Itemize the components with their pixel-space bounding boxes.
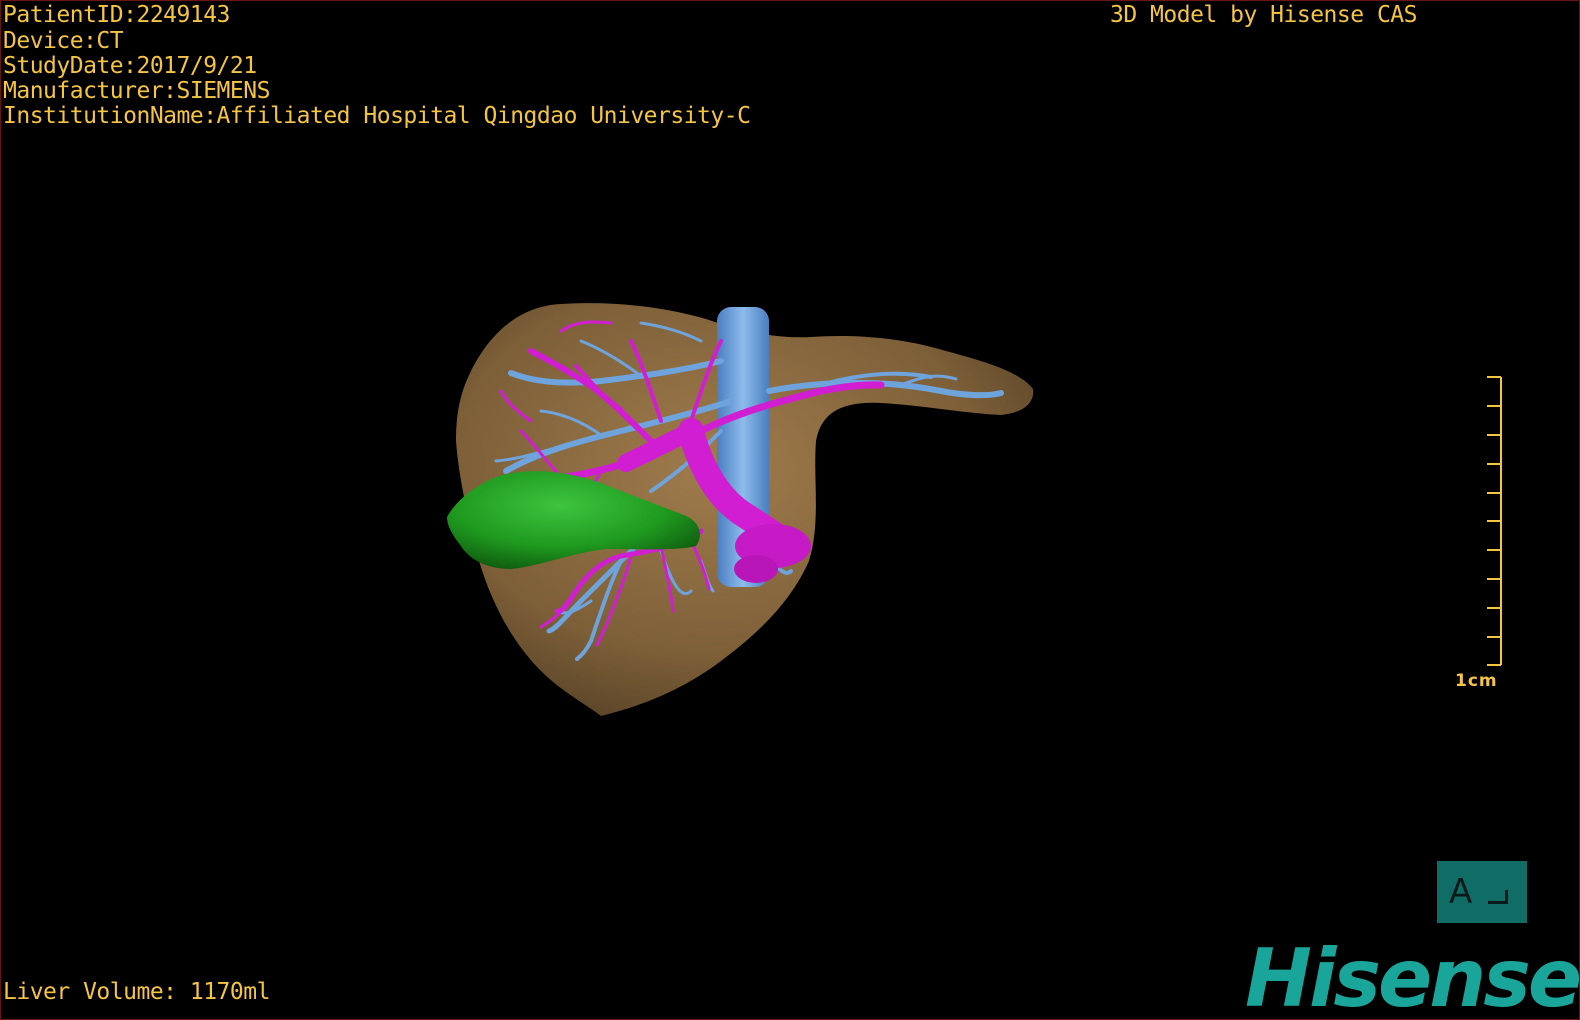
- scale-bar-label: 1cm: [1455, 671, 1498, 691]
- liver-3d-model[interactable]: [1, 1, 1580, 1020]
- portal-confluence-lower: [734, 555, 778, 583]
- scale-bar: [1487, 376, 1502, 666]
- institution-name-text: InstitutionName:Affiliated Hospital Qing…: [3, 103, 751, 129]
- study-date-text: StudyDate:2017/9/21: [3, 53, 257, 79]
- device-text: Device:CT: [3, 28, 124, 54]
- model-credit-text: 3D Model by Hisense CAS: [1110, 2, 1418, 28]
- patient-id-text: PatientID:2249143: [3, 2, 230, 28]
- liver-volume-text: Liver Volume: 1170ml: [3, 979, 270, 1005]
- hisense-logo: Hisense: [1245, 932, 1580, 1020]
- 3d-viewer-viewport[interactable]: PatientID:2249143 Device:CT StudyDate:20…: [0, 0, 1580, 1020]
- orientation-axis-icon: [1488, 890, 1509, 904]
- orientation-cube[interactable]: A: [1437, 861, 1527, 923]
- manufacturer-text: Manufacturer:SIEMENS: [3, 78, 270, 104]
- orientation-letter: A: [1449, 872, 1473, 912]
